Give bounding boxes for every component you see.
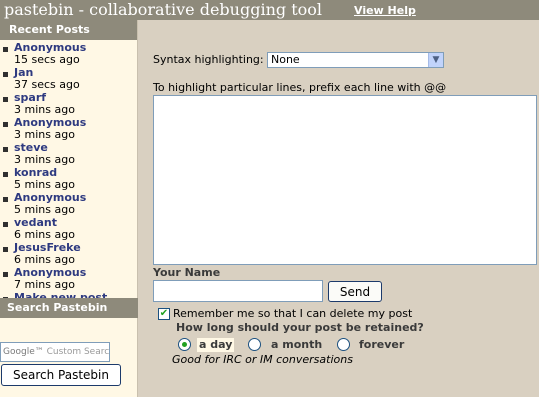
retain-day-label[interactable]: a day xyxy=(197,338,235,352)
recent-posts-heading: Recent Posts xyxy=(0,20,137,40)
bullet-icon xyxy=(3,97,8,102)
sidebar: Recent Posts Anonymous 15 secs ago Jan 37 … xyxy=(0,20,138,397)
recent-posts-list: Anonymous 15 secs ago Jan 37 secs ago spar… xyxy=(0,40,137,306)
code-textarea[interactable] xyxy=(153,95,537,265)
title-bar: pastebin - collaborative debugging tool … xyxy=(0,0,539,20)
retain-forever-label[interactable]: forever xyxy=(359,338,404,352)
page-title: pastebin - collaborative debugging tool xyxy=(4,0,323,19)
remember-label: Remember me so that I can delete my post xyxy=(173,307,413,320)
retain-month-radio[interactable] xyxy=(248,338,261,351)
bullet-icon xyxy=(3,122,8,127)
search-placeholder: Custom Search xyxy=(46,347,110,357)
post-time: 7 mins ago xyxy=(14,278,75,291)
syntax-selected-value: None xyxy=(271,53,300,66)
list-item: Jan 37 secs ago xyxy=(3,67,137,92)
post-time: 3 mins ago xyxy=(14,128,75,141)
post-time: 3 mins ago xyxy=(14,153,75,166)
post-time: 5 mins ago xyxy=(14,178,75,191)
retain-forever-radio[interactable] xyxy=(337,338,350,351)
post-time: 3 mins ago xyxy=(14,103,75,116)
name-field[interactable] xyxy=(153,280,323,302)
list-item: vedant 6 mins ago xyxy=(3,217,137,242)
list-item: sparf 3 mins ago xyxy=(3,92,137,117)
bullet-icon xyxy=(3,47,8,52)
list-item: JesusFreke 6 mins ago xyxy=(3,242,137,267)
post-time: 6 mins ago xyxy=(14,228,75,241)
syntax-row: Syntax highlighting: None ▼ xyxy=(153,52,444,68)
list-item: Anonymous 5 mins ago xyxy=(3,192,137,217)
retention-note: Good for IRC or IM conversations xyxy=(172,353,353,366)
post-time: 6 mins ago xyxy=(14,253,75,266)
remember-checkbox[interactable]: ✔ xyxy=(158,308,170,320)
google-logo: Google™ xyxy=(3,347,44,357)
list-item: Anonymous 15 secs ago xyxy=(3,42,137,67)
search-input[interactable]: Google™ Custom Search xyxy=(0,342,110,362)
highlight-hint: To highlight particular lines, prefix ea… xyxy=(153,81,447,94)
list-item: Anonymous 3 mins ago xyxy=(3,117,137,142)
retain-month-label[interactable]: a month xyxy=(271,338,322,352)
list-item: konrad 5 mins ago xyxy=(3,167,137,192)
bullet-icon xyxy=(3,72,8,77)
view-help-link[interactable]: View Help xyxy=(354,4,416,18)
bullet-icon xyxy=(3,247,8,252)
chevron-down-icon[interactable]: ▼ xyxy=(428,53,443,67)
syntax-select[interactable]: None ▼ xyxy=(267,52,444,68)
bullet-icon xyxy=(3,222,8,227)
search-heading: Search Pastebin xyxy=(0,298,138,318)
post-time: 37 secs ago xyxy=(14,78,80,91)
list-item: Anonymous 7 mins ago xyxy=(3,267,137,292)
bullet-icon xyxy=(3,147,8,152)
post-time: 15 secs ago xyxy=(14,53,80,66)
post-time: 5 mins ago xyxy=(14,203,75,216)
retention-question: How long should your post be retained? xyxy=(176,321,424,334)
bullet-icon xyxy=(3,272,8,277)
send-button[interactable]: Send xyxy=(328,281,382,302)
post-form: Syntax highlighting: None ▼ To highlight… xyxy=(153,20,539,397)
your-name-label: Your Name xyxy=(153,266,221,279)
bullet-icon xyxy=(3,172,8,177)
syntax-label: Syntax highlighting: xyxy=(153,53,264,66)
retain-day-radio[interactable] xyxy=(178,338,191,351)
search-pastebin-button[interactable]: Search Pastebin xyxy=(1,364,121,386)
list-item: steve 3 mins ago xyxy=(3,142,137,167)
bullet-icon xyxy=(3,197,8,202)
